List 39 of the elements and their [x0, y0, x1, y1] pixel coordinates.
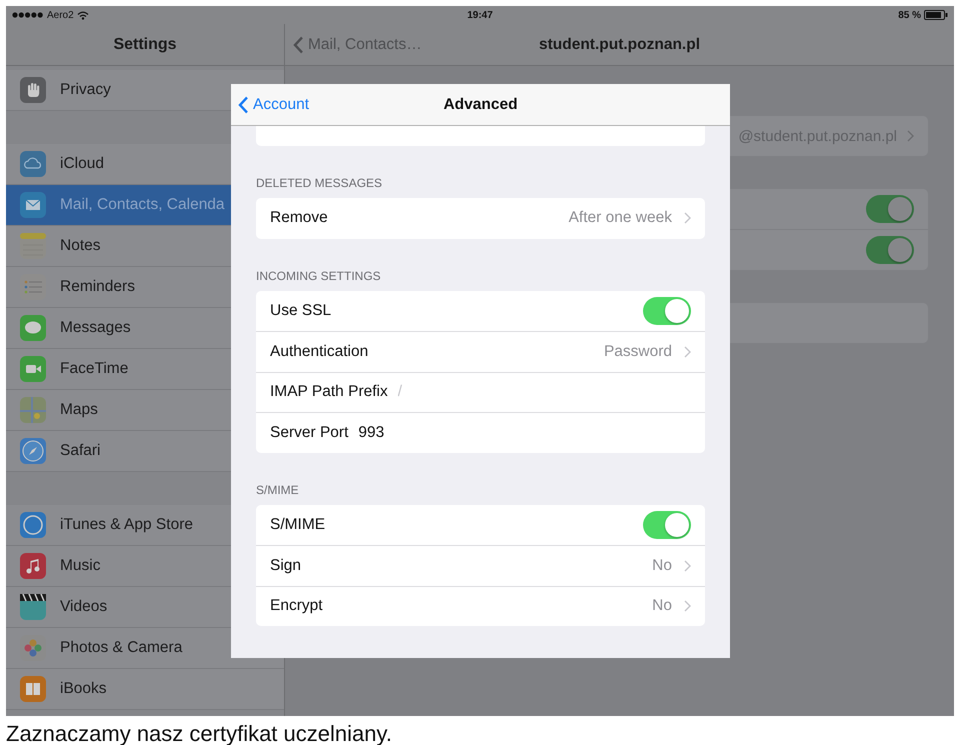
chevron-right-icon — [684, 346, 691, 358]
map-icon — [20, 397, 46, 423]
sidebar-title: Settings — [113, 36, 177, 54]
book-icon — [20, 676, 46, 702]
chevron-left-icon — [238, 96, 249, 114]
hand-icon — [20, 77, 46, 103]
toggle-switch[interactable] — [643, 510, 691, 539]
video-camera-icon — [20, 356, 46, 382]
section-header: S/MIME — [256, 482, 300, 496]
input-field[interactable]: / — [398, 383, 436, 402]
row-value: No — [652, 556, 672, 575]
input-field[interactable]: 993 — [358, 424, 414, 442]
chevron-right-icon — [684, 212, 691, 224]
compass-icon — [20, 438, 46, 464]
wifi-icon — [76, 10, 89, 20]
row-value: After one week — [568, 209, 672, 228]
toggle-switch[interactable] — [866, 195, 914, 223]
sidebar-item[interactable]: iBooks — [6, 669, 284, 710]
battery-percent: 85 % — [898, 10, 921, 20]
battery-icon — [924, 10, 948, 20]
music-note-icon — [20, 553, 46, 579]
speech-bubble-icon — [20, 315, 46, 341]
clock-time: 19:47 — [467, 10, 493, 20]
signal-icon — [12, 12, 44, 18]
toggle-switch[interactable] — [643, 296, 691, 325]
notepad-icon — [20, 233, 46, 259]
row-value: Password — [604, 342, 672, 361]
clapperboard-icon — [20, 594, 46, 620]
toggle-switch[interactable] — [866, 236, 914, 264]
cloud-icon — [20, 151, 46, 177]
chevron-right-icon — [684, 600, 691, 612]
dialog-title: Advanced — [443, 96, 518, 114]
row-value: No — [652, 597, 672, 616]
carrier-name: Aero2 — [47, 10, 74, 20]
chevron-right-icon — [684, 560, 691, 572]
chevron-right-icon — [907, 130, 914, 142]
account-title: student.put.poznan.pl — [539, 36, 700, 54]
chevron-left-icon — [293, 36, 304, 54]
envelope-icon — [20, 192, 46, 218]
